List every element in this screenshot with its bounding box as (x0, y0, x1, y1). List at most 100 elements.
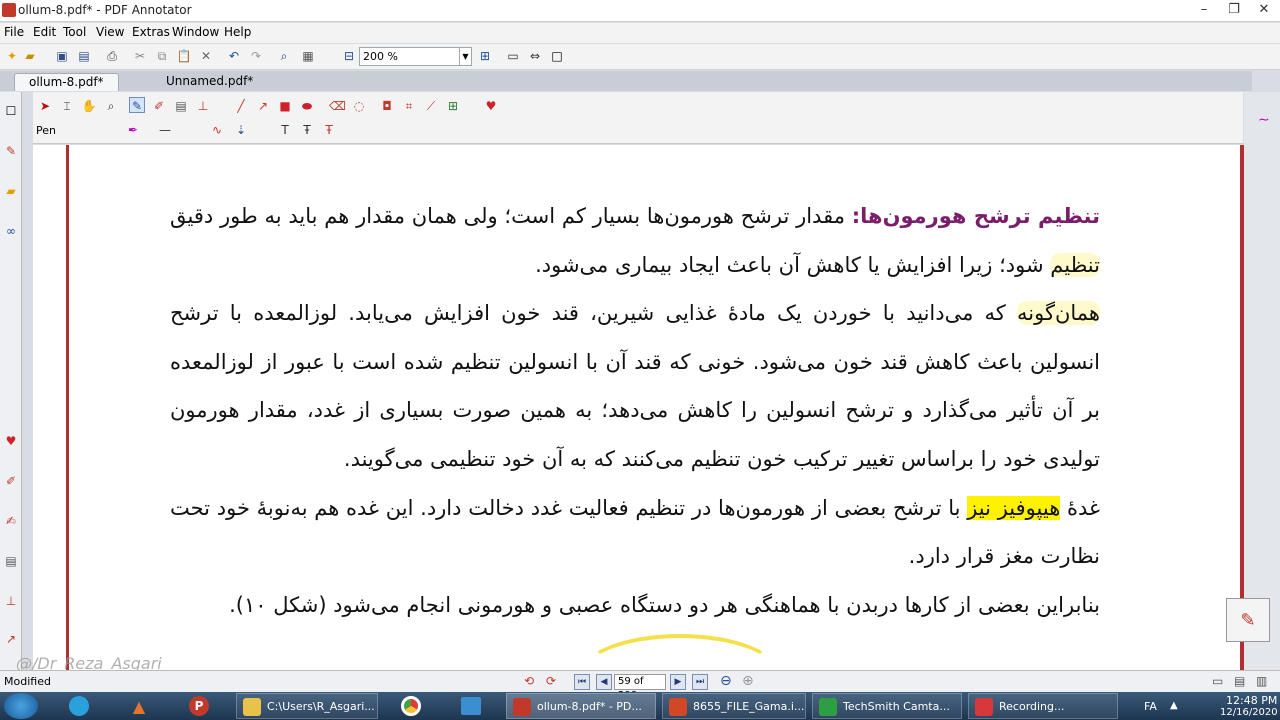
first-page-button[interactable]: ⏮ (574, 674, 590, 690)
tray-arrow-icon[interactable]: ▲ (1170, 700, 1178, 711)
menu-file[interactable]: File (4, 25, 24, 39)
network-app-icon[interactable] (452, 694, 490, 718)
new-document-icon[interactable]: ✦ (4, 48, 20, 64)
save-as-icon[interactable]: ▤ (76, 48, 92, 64)
text-replace-icon[interactable]: Ŧ (299, 122, 315, 138)
rectangle-tool-icon[interactable]: ■ (277, 98, 293, 114)
language-indicator[interactable]: FA (1144, 700, 1157, 713)
text-tool-icon[interactable]: T (277, 122, 293, 138)
clock-time[interactable]: 12:48 PM (1226, 694, 1277, 707)
last-page-button[interactable]: ⏭ (692, 674, 708, 690)
curve-tool-icon[interactable]: ∿ (209, 122, 225, 138)
pen-color-icon[interactable]: ✒ (125, 122, 141, 138)
single-page-view-icon[interactable]: ▭ (1212, 674, 1223, 688)
ellipse-tool-icon[interactable]: ⬬ (299, 98, 315, 114)
fit-page-icon[interactable]: ▭ (505, 48, 521, 64)
menu-view[interactable]: View (96, 25, 124, 39)
copy-icon[interactable]: ⧉ (154, 48, 170, 64)
heart-icon[interactable]: ♥ (3, 434, 19, 448)
taskbar-item-label: C:\Users\R_Asgari... (267, 700, 375, 713)
telegram-icon[interactable] (60, 694, 98, 718)
page-setup-icon[interactable]: ▦ (300, 48, 316, 64)
taskbar-item-explorer[interactable]: C:\Users\R_Asgari... (236, 693, 378, 719)
fit-width-icon[interactable]: ⇔ (527, 48, 543, 64)
favorites-heart-icon[interactable]: ♥ (483, 98, 499, 114)
arrow-tool-icon[interactable]: ↗ (3, 632, 19, 646)
arrow-line-icon[interactable]: ↗ (255, 98, 271, 114)
line-tool-icon[interactable]: ╱ (233, 98, 249, 114)
insert-image-icon[interactable]: ⊞ (445, 98, 461, 114)
redo-history-icon[interactable]: ⟳ (546, 674, 556, 688)
camera-icon[interactable]: ◘ (379, 98, 395, 114)
menu-tool[interactable]: Tool (63, 25, 86, 39)
tab-unnamed[interactable]: Unnamed.pdf* (152, 73, 267, 91)
text-box-icon[interactable]: ▤ (173, 98, 189, 114)
find-icon[interactable]: ⌕ (276, 48, 292, 64)
matlab-icon[interactable]: ▲ (120, 694, 158, 718)
highlight-pale: همان‌گونه (1017, 301, 1100, 326)
crop-icon[interactable]: ⌗ (401, 98, 417, 114)
undo-icon[interactable]: ↶ (226, 48, 242, 64)
chevron-down-icon[interactable]: ▼ (459, 48, 471, 65)
chrome-icon[interactable] (392, 694, 430, 718)
taskbar-item-powerpoint[interactable]: 8655_FILE_Gama.i... (662, 693, 806, 719)
menu-help[interactable]: Help (224, 25, 251, 39)
page-number-field[interactable]: 59 of 298 (614, 674, 666, 701)
forward-icon[interactable]: ⊕ (742, 673, 754, 689)
marker-icon[interactable]: ✐ (3, 474, 19, 488)
clock-date[interactable]: 12/16/2020 (1220, 707, 1278, 718)
hand-tool-icon[interactable]: ✋ (81, 98, 97, 114)
folder-icon[interactable]: ▰ (3, 184, 19, 198)
paste-icon[interactable]: 📋 (176, 48, 192, 64)
minimize-button[interactable]: – (1190, 0, 1218, 22)
delete-icon[interactable]: ✕ (198, 48, 214, 64)
print-icon[interactable]: ⎙ (104, 48, 120, 64)
previous-page-button[interactable]: ◀ (596, 674, 612, 690)
pen-tool-icon[interactable]: ✎ (129, 97, 145, 113)
menu-window[interactable]: Window (172, 25, 219, 39)
stamp-tool-icon[interactable]: ⊥ (195, 98, 211, 114)
lasso-icon[interactable]: ◌ (351, 98, 367, 114)
maximize-button[interactable]: ❐ (1220, 0, 1248, 22)
strikeout-icon[interactable]: Ŧ (321, 122, 337, 138)
ruler-icon[interactable]: ⟋ (423, 98, 439, 114)
link-icon[interactable]: ∞ (3, 224, 19, 238)
menu-edit[interactable]: Edit (33, 25, 56, 39)
next-page-button[interactable]: ▶ (670, 674, 686, 690)
zoom-select[interactable]: 200 % ▼ (359, 47, 472, 66)
zoom-out-icon[interactable]: ⊟ (341, 48, 357, 64)
eraser-icon[interactable]: ⌫ (329, 98, 346, 114)
taskbar-item-recording[interactable]: Recording... (968, 693, 1118, 719)
pressure-icon[interactable]: ⇣ (233, 122, 249, 138)
open-folder-icon[interactable]: ▰ (22, 48, 38, 64)
zoom-in-icon[interactable]: ⊞ (477, 48, 493, 64)
menu-extras[interactable]: Extras (132, 25, 170, 39)
tab-ollum-8[interactable]: ollum-8.pdf* (14, 73, 119, 91)
start-button[interactable] (4, 693, 38, 719)
annotation-toolbar: ➤ ⌶ ✋ ⌕ ✎ ✐ ▤ ⊥ ╱ ↗ ■ ⬬ ⌫ ◌ ◘ ⌗ ⟋ ⊞ ♥ Pe… (33, 92, 1243, 144)
two-page-view-icon[interactable]: ▥ (1256, 674, 1267, 688)
form-icon[interactable]: ▤ (3, 554, 19, 568)
text-select-icon[interactable]: ⌶ (59, 98, 75, 114)
back-icon[interactable]: ⊖ (720, 673, 732, 689)
page-thumbnail-icon[interactable]: ☐ (3, 104, 19, 118)
floating-pen-button[interactable]: ✎ (1226, 598, 1270, 642)
continuous-view-icon[interactable]: ▤ (1234, 674, 1245, 688)
line-width-icon[interactable]: — (157, 122, 173, 138)
pdf-annotator-icon (513, 698, 531, 716)
highlighter-icon[interactable]: ✍ (3, 514, 19, 528)
fullscreen-icon[interactable]: □ (549, 48, 565, 64)
undo-history-icon[interactable]: ⟲ (524, 674, 534, 688)
save-icon[interactable]: ▣ (54, 48, 70, 64)
close-button[interactable]: ✕ (1250, 0, 1278, 22)
marker-tool-icon[interactable]: ✐ (151, 98, 167, 114)
app-p-icon[interactable]: P (180, 694, 218, 718)
taskbar-item-pdf-annotator[interactable]: ollum-8.pdf* - PD... (506, 693, 656, 719)
select-tool-icon[interactable]: ➤ (37, 98, 53, 114)
cut-icon[interactable]: ✂ (132, 48, 148, 64)
redo-icon[interactable]: ↷ (248, 48, 264, 64)
stamp-icon[interactable]: ⊥ (3, 594, 19, 608)
zoom-tool-icon[interactable]: ⌕ (103, 98, 119, 114)
taskbar-item-camtasia[interactable]: TechSmith Camta... (812, 693, 962, 719)
pen-icon[interactable]: ✎ (3, 144, 19, 158)
